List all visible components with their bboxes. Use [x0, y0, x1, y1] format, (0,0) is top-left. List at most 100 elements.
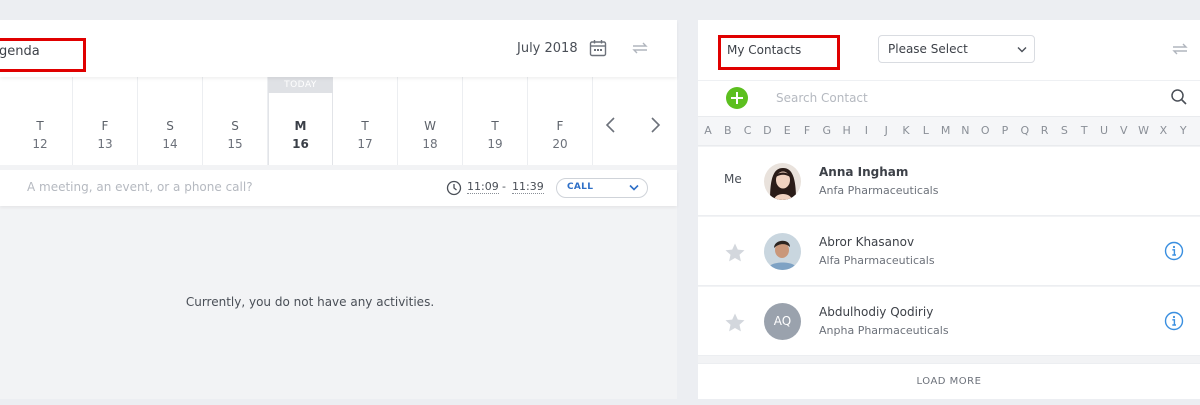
- day-letter: S: [231, 119, 239, 133]
- avatar: [764, 163, 801, 200]
- refresh-icon[interactable]: [630, 38, 650, 58]
- day-column[interactable]: F 20: [528, 77, 593, 165]
- alphabet-letter[interactable]: T: [1074, 124, 1094, 137]
- clock-icon: [446, 180, 462, 196]
- day-letter: F: [101, 119, 109, 133]
- start-time[interactable]: 11:09: [467, 181, 499, 194]
- day-column-today[interactable]: TODAY M 16: [268, 77, 333, 165]
- add-contact-button[interactable]: [726, 87, 748, 109]
- activity-input[interactable]: A meeting, an event, or a phone call?: [27, 180, 253, 194]
- chevron-left-icon[interactable]: [601, 115, 621, 135]
- day-number: 19: [487, 137, 503, 151]
- contacts-filter-select[interactable]: Please Select: [878, 35, 1035, 63]
- day-column[interactable]: F 13: [73, 77, 138, 165]
- day-column[interactable]: T 19: [463, 77, 528, 165]
- day-letter: F: [556, 119, 564, 133]
- day-number: 13: [97, 137, 113, 151]
- alphabet-letter[interactable]: R: [1035, 124, 1055, 137]
- day-column[interactable]: S 15: [203, 77, 268, 165]
- alphabet-letter[interactable]: K: [896, 124, 916, 137]
- alphabet-letter[interactable]: B: [718, 124, 738, 137]
- activity-type-label: CALL: [567, 182, 594, 192]
- alphabet-letter[interactable]: S: [1054, 124, 1074, 137]
- me-label: Me: [724, 172, 742, 186]
- alphabet-filter: ABCDEFGHIJKLMNOPQRSTUVWXY: [698, 116, 1200, 146]
- alphabet-letter[interactable]: J: [876, 124, 896, 137]
- contact-name: Abdulhodiy Qodiriy: [819, 305, 934, 319]
- day-number: 16: [292, 137, 309, 151]
- contact-row[interactable]: Abror Khasanov Alfa Pharmaceuticals: [698, 217, 1200, 286]
- day-column[interactable]: T 17: [333, 77, 398, 165]
- calendar-icon[interactable]: [589, 39, 607, 57]
- alphabet-letter[interactable]: E: [777, 124, 797, 137]
- refresh-icon[interactable]: [1170, 39, 1190, 59]
- day-number: 15: [227, 137, 243, 151]
- alphabet-letter[interactable]: N: [955, 124, 975, 137]
- alphabet-letter[interactable]: F: [797, 124, 817, 137]
- agenda-title: genda: [0, 44, 40, 59]
- alphabet-letter[interactable]: H: [837, 124, 857, 137]
- month-label[interactable]: July 2018: [517, 41, 578, 56]
- load-more-bar: LOAD MORE: [698, 363, 1200, 399]
- alphabet-letter[interactable]: W: [1134, 124, 1154, 137]
- load-more-button[interactable]: LOAD MORE: [698, 376, 1200, 387]
- day-column[interactable]: T 12: [8, 77, 73, 165]
- day-letter: W: [424, 119, 436, 133]
- alphabet-letter[interactable]: G: [817, 124, 837, 137]
- select-value: Please Select: [888, 42, 968, 56]
- end-time[interactable]: 11:39: [512, 181, 544, 194]
- agenda-panel: genda July 2018 T 12 F 13 S 14 S 15 TODA…: [0, 20, 677, 399]
- contact-company: Anfa Pharmaceuticals: [819, 184, 939, 197]
- activity-entry-row: A meeting, an event, or a phone call? 11…: [0, 170, 677, 206]
- chevron-down-icon: [1017, 47, 1027, 53]
- info-icon[interactable]: [1164, 241, 1184, 261]
- chevron-right-icon[interactable]: [645, 115, 665, 135]
- day-letter: T: [36, 119, 44, 133]
- alphabet-letter[interactable]: V: [1114, 124, 1134, 137]
- contact-name: Abror Khasanov: [819, 235, 915, 249]
- alphabet-letter[interactable]: M: [936, 124, 956, 137]
- alphabet-letter[interactable]: X: [1153, 124, 1173, 137]
- avatar: [764, 233, 801, 270]
- info-icon[interactable]: [1164, 311, 1184, 331]
- day-letter: S: [166, 119, 174, 133]
- day-number: 14: [162, 137, 178, 151]
- alphabet-letter[interactable]: Q: [1015, 124, 1035, 137]
- time-separator: -: [502, 180, 506, 193]
- avatar-initials: AQ: [764, 303, 801, 340]
- alphabet-letter[interactable]: O: [975, 124, 995, 137]
- star-icon[interactable]: [724, 242, 746, 264]
- day-column[interactable]: W 18: [398, 77, 463, 165]
- alphabet-letter[interactable]: I: [856, 124, 876, 137]
- today-badge: TODAY: [268, 77, 333, 93]
- agenda-header: genda July 2018: [0, 20, 677, 77]
- contact-company: Anpha Pharmaceuticals: [819, 324, 949, 337]
- contact-row-me[interactable]: Me Anna Ingham Anfa Pharmaceuticals: [698, 147, 1200, 216]
- day-number: 20: [552, 137, 568, 151]
- contacts-title: My Contacts: [727, 43, 802, 57]
- day-number: 17: [357, 137, 373, 151]
- contact-row[interactable]: AQ Abdulhodiy Qodiriy Anpha Pharmaceutic…: [698, 287, 1200, 356]
- search-contact-input[interactable]: [776, 87, 1156, 109]
- day-letter: M: [294, 119, 307, 133]
- alphabet-letter[interactable]: U: [1094, 124, 1114, 137]
- alphabet-letter[interactable]: P: [995, 124, 1015, 137]
- alphabet-letter[interactable]: C: [738, 124, 758, 137]
- contact-search-row: [698, 80, 1200, 116]
- day-column[interactable]: S 14: [138, 77, 203, 165]
- contact-company: Alfa Pharmaceuticals: [819, 254, 935, 267]
- search-icon[interactable]: [1170, 88, 1188, 106]
- alphabet-letter[interactable]: D: [757, 124, 777, 137]
- agenda-title-highlight: genda: [0, 38, 86, 72]
- day-letter: T: [361, 119, 369, 133]
- star-icon[interactable]: [724, 312, 746, 334]
- week-strip: T 12 F 13 S 14 S 15 TODAY M 16 T 17 W 18: [0, 77, 677, 165]
- activity-type-select[interactable]: CALL: [556, 178, 648, 198]
- alphabet-letter[interactable]: A: [698, 124, 718, 137]
- day-letter: T: [491, 119, 499, 133]
- alphabet-letter[interactable]: Y: [1173, 124, 1193, 137]
- contact-name: Anna Ingham: [819, 165, 909, 179]
- chevron-down-icon: [629, 184, 639, 191]
- alphabet-letter[interactable]: L: [916, 124, 936, 137]
- contacts-panel: My Contacts Please Select ABCDEFGHIJKLMN…: [698, 20, 1200, 399]
